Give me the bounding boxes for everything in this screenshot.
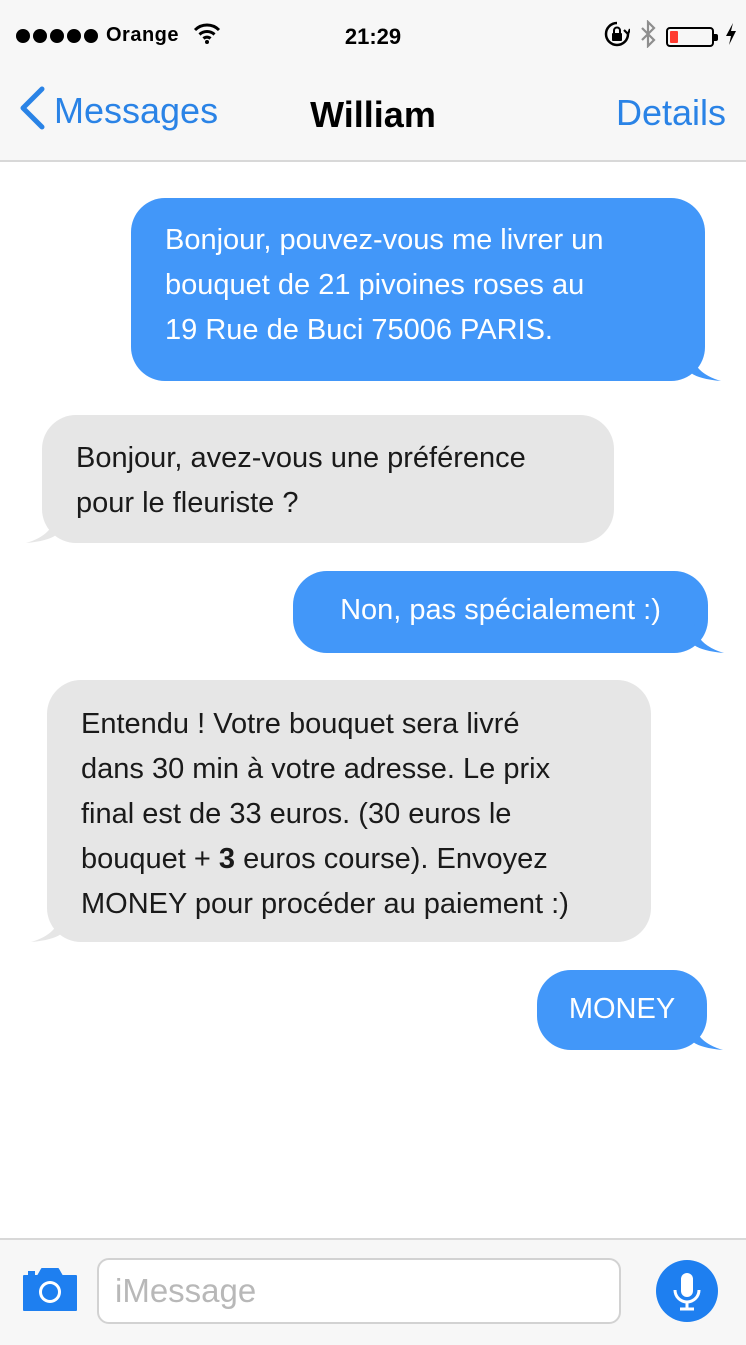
bubble-tail: [693, 1020, 723, 1050]
message-text-bold-part: 3: [218, 843, 236, 875]
message-bubble-outgoing[interactable]: Non, pas spécialement :): [293, 571, 724, 653]
camera-button[interactable]: [20, 1264, 80, 1314]
status-bar: Orange 21:29: [0, 0, 746, 72]
message-bubble-incoming[interactable]: Entendu ! Votre bouquet sera livré dans …: [31, 680, 651, 942]
message-text: Entendu ! Votre bouquet sera livré dans …: [81, 702, 631, 927]
microphone-button[interactable]: [656, 1260, 718, 1322]
message-bubble-outgoing[interactable]: Bonjour, pouvez-vous me livrer un bouque…: [131, 198, 721, 381]
status-right: [604, 19, 738, 53]
camera-icon: [23, 1268, 77, 1311]
message-bubble-incoming[interactable]: Bonjour, avez-vous une préférence pour l…: [26, 415, 614, 543]
message-text: Bonjour, pouvez-vous me livrer un bouque…: [165, 224, 604, 346]
bubble-tail: [691, 351, 721, 381]
battery-level-fill: [670, 30, 678, 43]
message-bubble-outgoing[interactable]: MONEY: [537, 970, 723, 1050]
details-button[interactable]: Details: [616, 92, 726, 134]
message-text: Non, pas spécialement :): [340, 594, 661, 626]
battery-icon: [666, 26, 718, 47]
bubble-tail: [26, 513, 56, 543]
microphone-icon: [673, 1273, 701, 1311]
bluetooth-icon: [640, 19, 656, 53]
bubble-tail: [694, 623, 724, 653]
message-text: Bonjour, avez-vous une préférence pour l…: [76, 442, 526, 519]
rotation-lock-icon: [604, 21, 632, 52]
composer-bar: [0, 1238, 746, 1345]
imessage-input[interactable]: [97, 1258, 621, 1324]
navigation-bar: Messages William Details: [0, 72, 746, 162]
bubble-tail: [31, 912, 61, 942]
message-text: MONEY: [568, 993, 676, 1025]
charging-bolt-icon: [724, 22, 738, 51]
